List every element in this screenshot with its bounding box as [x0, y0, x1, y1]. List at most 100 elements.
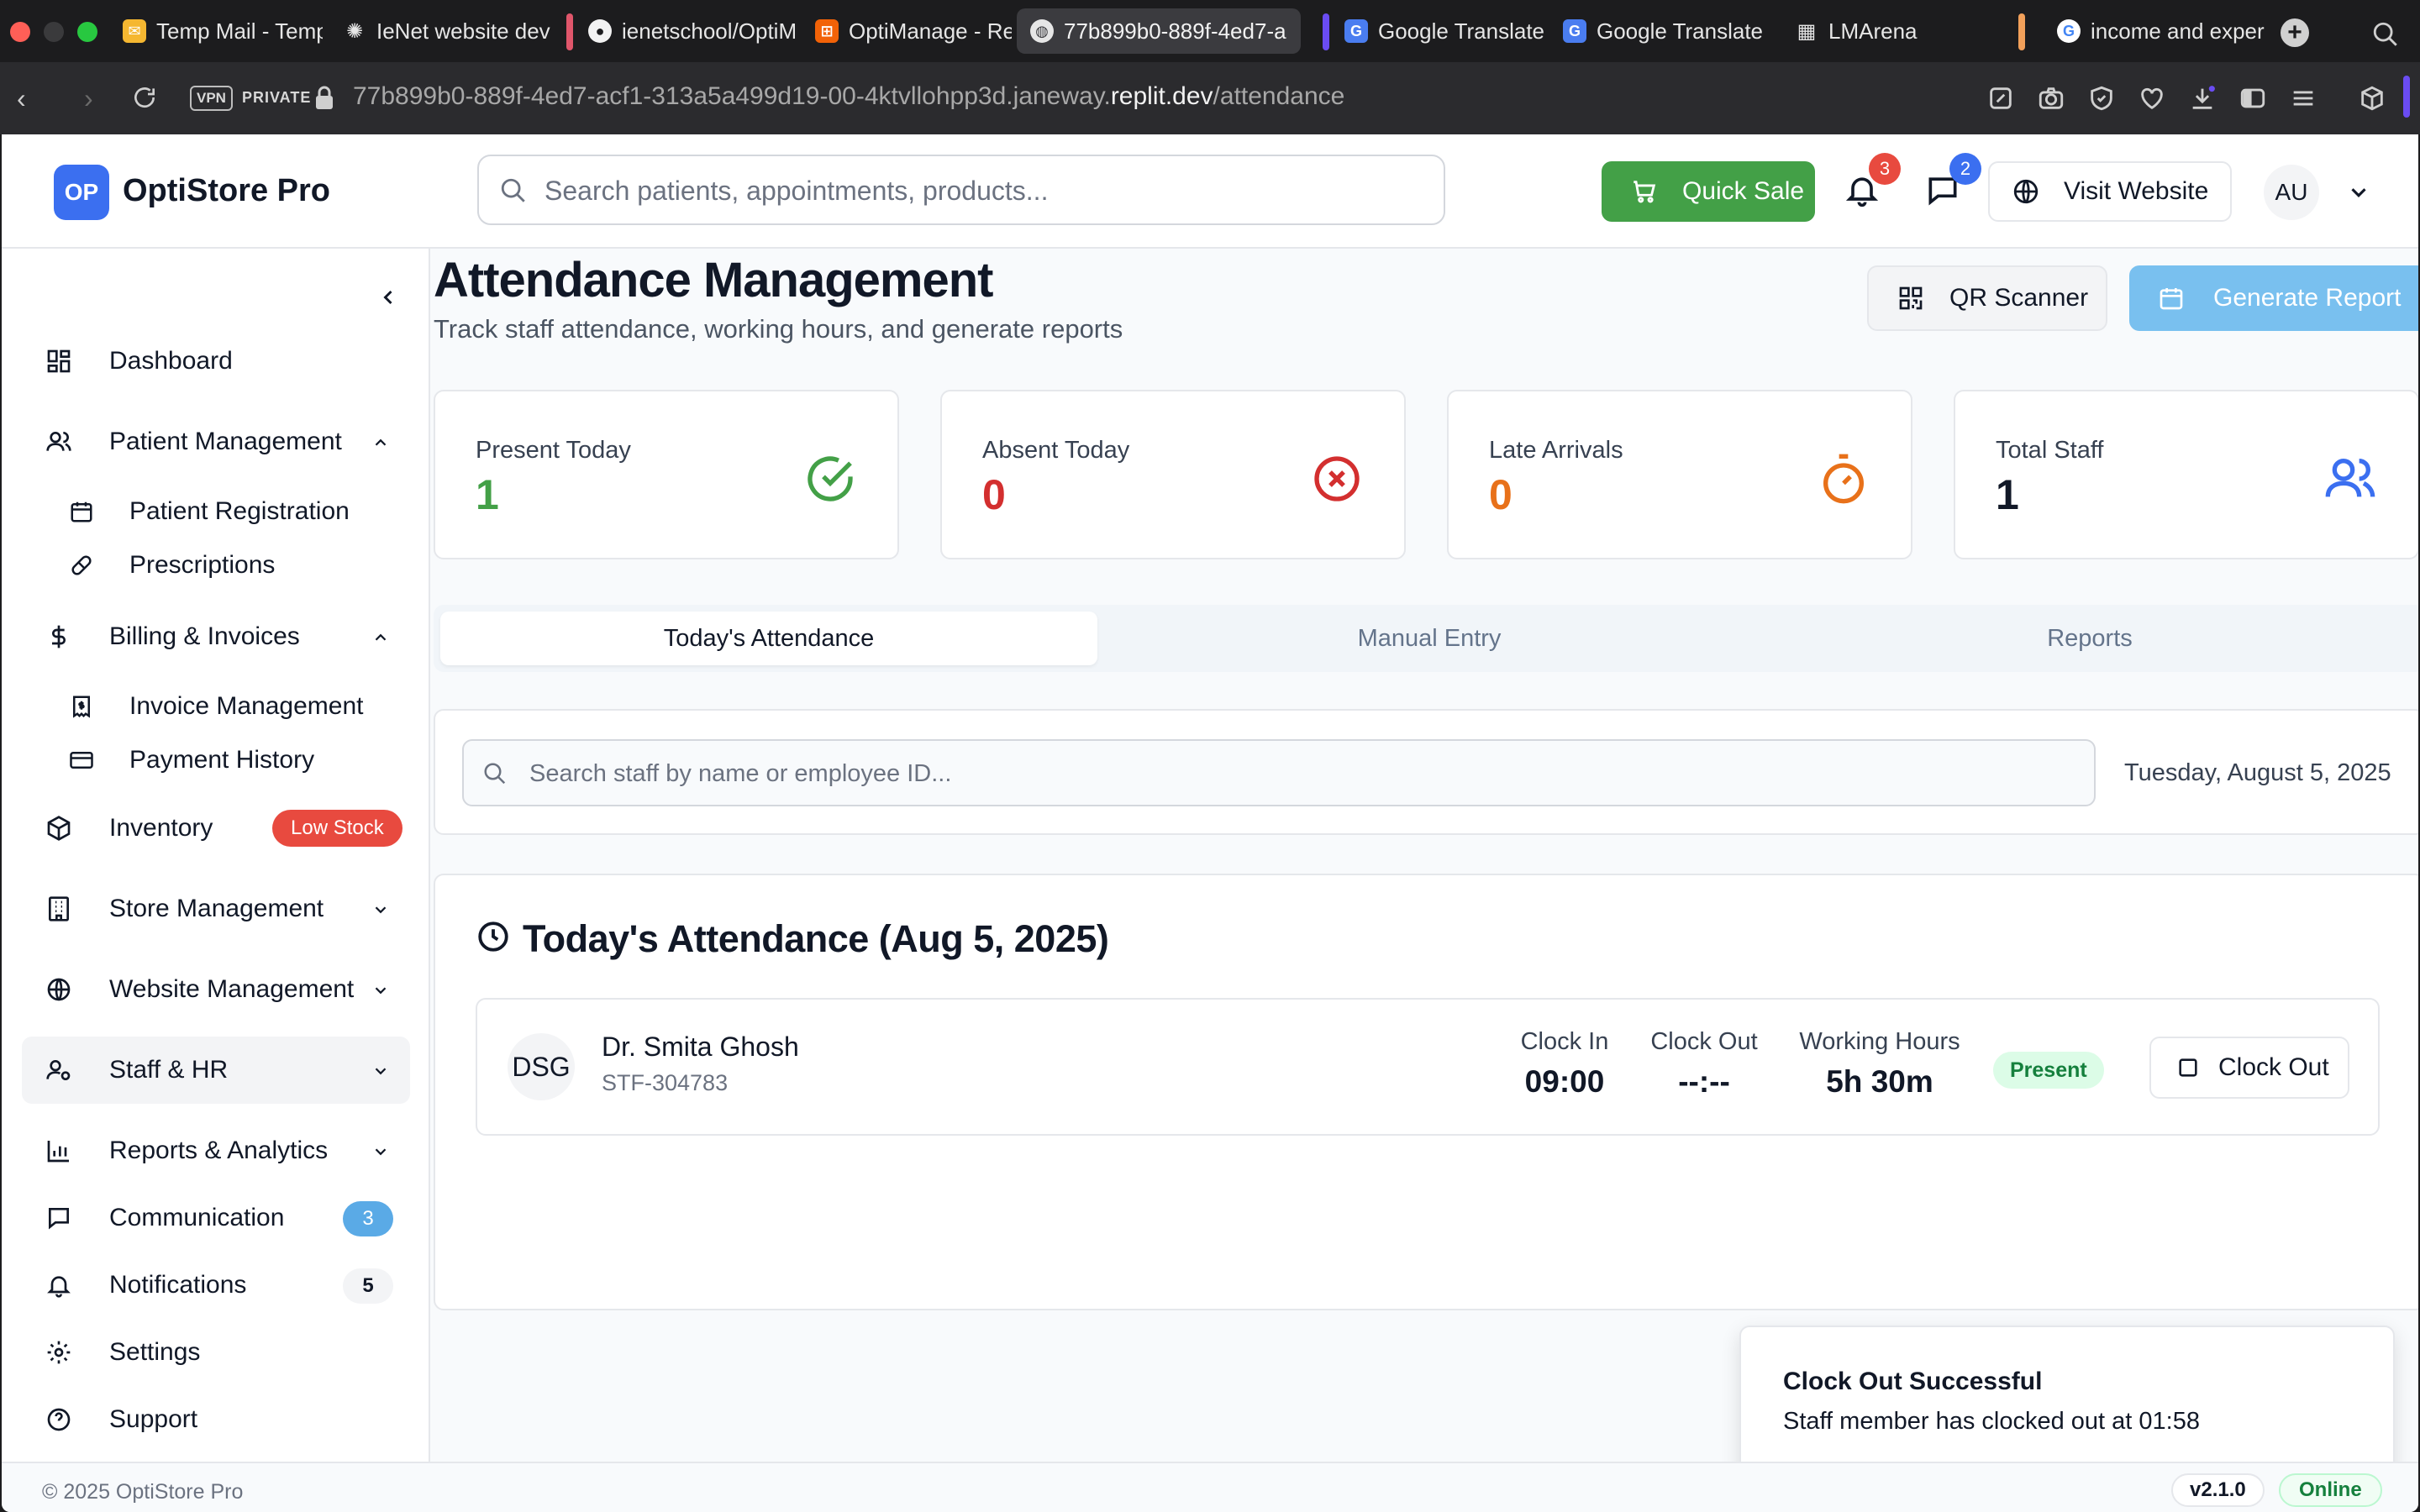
sidebar-toggle-icon[interactable]: [2238, 84, 2267, 113]
sidebar-item-support[interactable]: Support: [22, 1386, 410, 1453]
staff-search[interactable]: [462, 739, 2096, 806]
translate-icon: G: [1344, 19, 1368, 43]
new-tab-button[interactable]: +: [2281, 18, 2309, 47]
forward-icon[interactable]: ›: [84, 82, 93, 114]
sidebar-item-patient-registration[interactable]: Patient Registration: [42, 486, 403, 538]
calendar-icon: [71, 501, 92, 522]
square-icon: [2179, 1058, 2197, 1077]
attendance-tabs: Today's Attendance Manual Entry Reports: [434, 605, 2418, 672]
window-close-button[interactable]: [10, 22, 30, 42]
sidebar-item-staff-hr[interactable]: Staff & HR: [22, 1037, 410, 1104]
window-minimize-button[interactable]: [44, 22, 64, 42]
sidebar-item-invoice-management[interactable]: Invoice Management: [42, 680, 403, 732]
tab-group-marker: [1323, 13, 1329, 50]
clock-out-time: --:--: [1678, 1064, 1730, 1099]
attendance-row: DSG Dr. Smita Ghosh STF-304783 Clock In …: [476, 998, 2380, 1136]
window-zoom-button[interactable]: [77, 22, 97, 42]
app-footer: © 2025 OptiStore Pro v2.1.0 Online: [2, 1462, 2418, 1512]
chevron-down-icon: [375, 1148, 387, 1156]
sidebar-item-payment-history[interactable]: Payment History: [42, 734, 403, 786]
camera-icon[interactable]: [2037, 84, 2065, 113]
clock-in-column: Clock In 09:00: [1514, 1028, 1615, 1100]
staff-avatar: DSG: [508, 1033, 575, 1100]
quick-sale-button[interactable]: Quick Sale: [1602, 161, 1815, 222]
download-icon[interactable]: [2188, 84, 2217, 113]
tab-manual-entry[interactable]: Manual Entry: [1101, 612, 1758, 665]
back-icon[interactable]: ‹: [17, 82, 26, 114]
help-icon: [47, 1408, 71, 1431]
filter-card: Tuesday, August 5, 2025: [434, 709, 2418, 835]
browser-tab[interactable]: G income and exper: [2044, 8, 2267, 54]
working-hours-value: 5h 30m: [1826, 1064, 1933, 1099]
browser-tab[interactable]: ✉ Temp Mail - Temp: [109, 8, 323, 54]
chevron-down-icon[interactable]: [2346, 180, 2371, 205]
sidebar-item-billing[interactable]: Billing & Invoices: [22, 603, 410, 670]
user-avatar[interactable]: AU: [2264, 165, 2319, 220]
browser-tab-active[interactable]: ◍ 77b899b0-889f-4ed7-a: [1017, 8, 1301, 54]
building-icon: [49, 896, 69, 921]
package-icon: [47, 816, 71, 841]
browser-tab[interactable]: ⊞ OptiManage - Rep: [802, 8, 1012, 54]
staff-name: Dr. Smita Ghosh: [602, 1032, 799, 1062]
reload-icon[interactable]: [131, 84, 158, 111]
clock-out-button[interactable]: Clock Out: [2149, 1037, 2349, 1099]
search-icon: [484, 763, 506, 785]
users-icon: [46, 432, 71, 451]
heart-icon[interactable]: [2138, 84, 2166, 113]
sidebar-item-patient-management[interactable]: Patient Management: [22, 408, 410, 475]
sidebar-item-store-management[interactable]: Store Management: [22, 875, 410, 942]
clock-icon: [478, 921, 508, 952]
edit-icon[interactable]: [1986, 84, 2015, 113]
global-search[interactable]: [477, 155, 1445, 225]
notifications-badge: 3: [1869, 153, 1901, 185]
version-badge: v2.1.0: [2171, 1473, 2265, 1507]
replit-icon: ⊞: [815, 19, 839, 43]
lock-icon[interactable]: [314, 86, 334, 111]
tab-search-icon[interactable]: [2371, 20, 2400, 49]
bell-icon: [47, 1276, 71, 1298]
logo[interactable]: OP: [54, 165, 109, 220]
box-icon[interactable]: [2358, 84, 2386, 113]
tab-reports[interactable]: Reports: [1761, 612, 2418, 665]
chevron-up-icon: [375, 633, 387, 641]
sidebar-item-reports[interactable]: Reports & Analytics: [22, 1117, 410, 1184]
receipt-icon: [73, 696, 90, 718]
tab-todays-attendance[interactable]: Today's Attendance: [440, 612, 1097, 665]
sidebar-item-prescriptions[interactable]: Prescriptions: [42, 539, 403, 591]
browser-tab-bar: ✉ Temp Mail - Temp ✺ IeNet website dev ●…: [0, 0, 2420, 62]
sidebar-item-website-management[interactable]: Website Management: [22, 956, 410, 1023]
sidebar-item-communication[interactable]: Communication 3: [22, 1184, 410, 1252]
menu-icon[interactable]: [2289, 84, 2317, 113]
browser-tab[interactable]: ✺ IeNet website dev: [329, 8, 551, 54]
staff-search-input[interactable]: [529, 753, 2075, 795]
search-icon: [501, 178, 525, 202]
bar-chart-icon: [47, 1141, 69, 1163]
attendance-title: Today's Attendance (Aug 5, 2025): [523, 917, 1109, 960]
sidebar-indicator: [2403, 76, 2410, 118]
online-status-badge: Online: [2279, 1473, 2382, 1507]
current-date: Tuesday, August 5, 2025: [2124, 759, 2391, 786]
sidebar-item-settings[interactable]: Settings: [22, 1319, 410, 1386]
visit-website-button[interactable]: Visit Website: [1988, 161, 2232, 222]
collapse-sidebar-icon[interactable]: [376, 286, 400, 309]
chevron-down-icon: [375, 1068, 387, 1075]
x-circle-icon: [1314, 456, 1360, 501]
vpn-badge[interactable]: VPN: [190, 86, 233, 111]
toast-notification[interactable]: Clock Out Successful Staff member has cl…: [1739, 1326, 2395, 1483]
browser-tab[interactable]: G Google Translate: [1331, 8, 1546, 54]
shield-icon[interactable]: [2087, 84, 2116, 113]
gear-icon: [47, 1341, 71, 1364]
browser-tab[interactable]: G Google Translate: [1549, 8, 1765, 54]
qr-scanner-button[interactable]: QR Scanner: [1867, 265, 2107, 331]
clock-out-column: Clock Out --:--: [1645, 1028, 1763, 1100]
browser-tab[interactable]: ▦ LMArena: [1781, 8, 1983, 54]
credit-card-icon: [70, 752, 93, 769]
sidebar-item-inventory[interactable]: Inventory Low Stock: [22, 795, 410, 862]
browser-tab[interactable]: ● ienetschool/OptiM: [575, 8, 795, 54]
url-field[interactable]: 77b899b0-889f-4ed7-acf1-313a5a499d19-00-…: [353, 82, 1344, 111]
sidebar-item-notifications[interactable]: Notifications 5: [22, 1252, 410, 1319]
sidebar-item-dashboard[interactable]: Dashboard: [22, 328, 410, 395]
translate-icon: G: [1563, 19, 1586, 43]
generate-report-button[interactable]: Generate Report: [2129, 265, 2418, 331]
search-input[interactable]: [544, 168, 1418, 213]
